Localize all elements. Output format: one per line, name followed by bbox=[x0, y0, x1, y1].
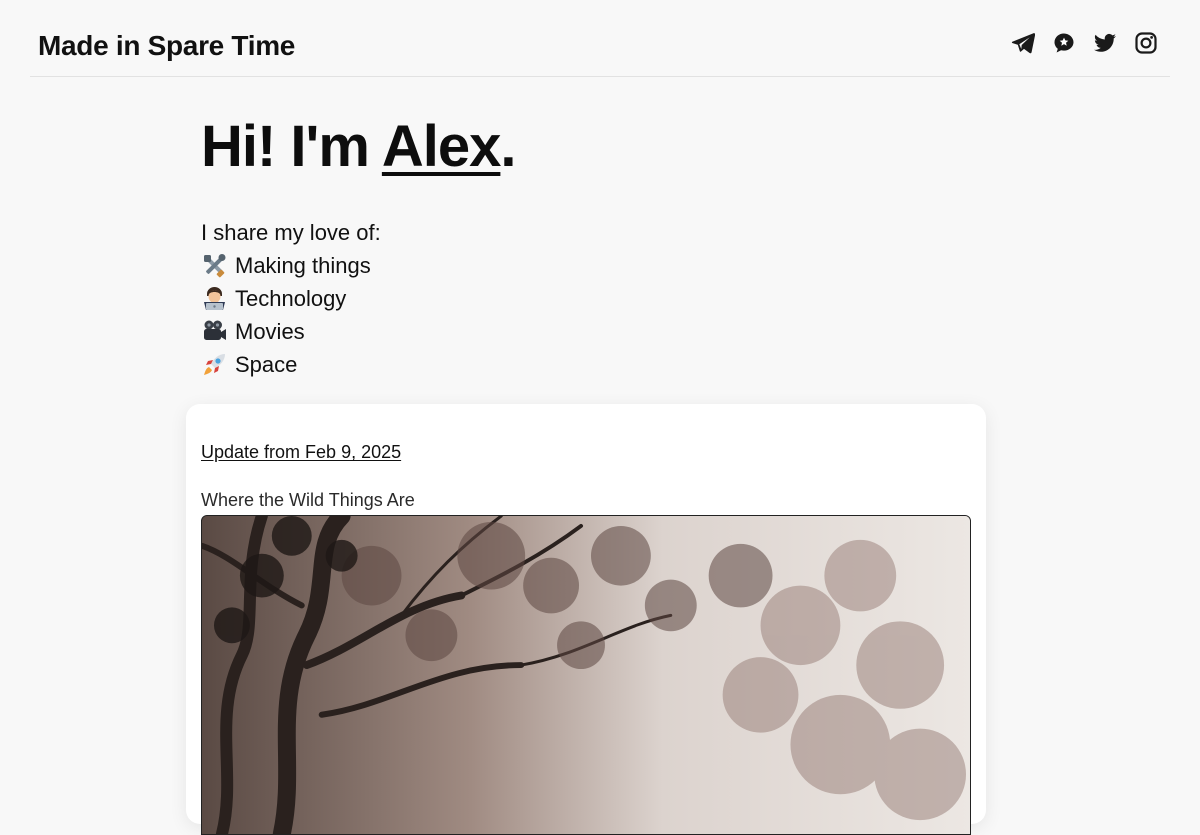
greeting-prefix: Hi! I'm bbox=[201, 114, 382, 179]
interest-item: Space bbox=[201, 348, 381, 381]
misty-tree-photo[interactable] bbox=[201, 515, 971, 835]
site-title[interactable]: Made in Spare Time bbox=[38, 28, 295, 64]
social-links bbox=[1011, 31, 1158, 55]
site-header: Made in Spare Time bbox=[30, 0, 1170, 77]
interest-label: Technology bbox=[235, 286, 347, 311]
interest-label: Movies bbox=[235, 319, 305, 344]
interest-item: Making things bbox=[201, 249, 381, 282]
greeting-suffix: . bbox=[500, 114, 516, 179]
update-link[interactable]: Update from Feb 9, 2025 bbox=[201, 441, 401, 463]
instagram-icon[interactable] bbox=[1134, 31, 1158, 55]
technologist-emoji bbox=[201, 285, 228, 312]
name-link[interactable]: Alex bbox=[382, 114, 502, 179]
post-caption: Where the Wild Things Are bbox=[201, 490, 415, 510]
interests-lead: I share my love of: bbox=[201, 220, 381, 245]
mastodon-icon[interactable] bbox=[1052, 31, 1076, 55]
hero-title: Hi! I'm Alex. bbox=[201, 112, 517, 182]
interests-list: Making things Technology Movies Space bbox=[201, 249, 381, 381]
interest-label: Making things bbox=[235, 253, 371, 278]
telegram-icon[interactable] bbox=[1011, 31, 1035, 55]
twitter-icon[interactable] bbox=[1093, 31, 1117, 55]
update-card: Update from Feb 9, 2025 Where the Wild T… bbox=[186, 404, 986, 835]
rocket-emoji bbox=[201, 351, 228, 378]
interest-label: Space bbox=[235, 352, 298, 377]
interest-item: Movies bbox=[201, 315, 381, 348]
movie-camera-emoji bbox=[201, 318, 228, 345]
tools-emoji bbox=[201, 252, 228, 279]
interests-section: I share my love of: Making things Techno… bbox=[201, 216, 381, 381]
interest-item: Technology bbox=[201, 282, 381, 315]
